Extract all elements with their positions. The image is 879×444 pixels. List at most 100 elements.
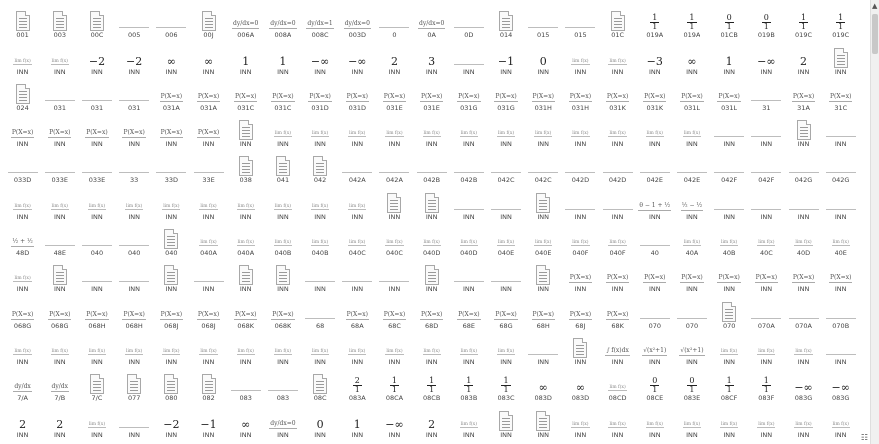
file-item[interactable]: ∞ 083D: [562, 367, 599, 403]
file-item[interactable]: lim f(x) INN: [450, 331, 487, 367]
file-item[interactable]: lim f(x) 040A: [227, 222, 264, 258]
file-item[interactable]: INN: [116, 403, 153, 439]
file-item[interactable]: 042B: [413, 149, 450, 185]
file-item[interactable]: P(X=x) INN: [4, 113, 41, 149]
file-item[interactable]: 077: [116, 367, 153, 403]
file-item[interactable]: P(X=x) 031G: [450, 77, 487, 113]
file-item[interactable]: 040: [116, 222, 153, 258]
file-item[interactable]: INN: [822, 185, 859, 221]
file-item[interactable]: 48E: [41, 222, 78, 258]
file-item[interactable]: INN: [450, 185, 487, 221]
file-item[interactable]: P(X=x) 68A: [339, 294, 376, 330]
file-item[interactable]: P(X=x) 068G: [41, 294, 78, 330]
file-item[interactable]: 042F: [711, 149, 748, 185]
file-item[interactable]: lim f(x) INN: [264, 113, 301, 149]
file-item[interactable]: 00J: [190, 4, 227, 40]
file-item[interactable]: −2 INN: [153, 403, 190, 439]
file-item[interactable]: lim f(x) INN: [748, 331, 785, 367]
file-item[interactable]: 014: [487, 4, 524, 40]
file-item[interactable]: INN: [413, 185, 450, 221]
file-item[interactable]: 005: [116, 4, 153, 40]
file-item[interactable]: P(X=x) 31C: [822, 77, 859, 113]
file-item[interactable]: 042F: [748, 149, 785, 185]
file-item[interactable]: 080: [153, 367, 190, 403]
file-item[interactable]: P(X=x) 068J: [190, 294, 227, 330]
file-item[interactable]: ½ + ½ 48D: [4, 222, 41, 258]
file-item[interactable]: −1 INN: [487, 40, 524, 76]
file-item[interactable]: 2 INN: [41, 403, 78, 439]
file-item[interactable]: INN: [339, 258, 376, 294]
file-item[interactable]: 40: [636, 222, 673, 258]
file-item[interactable]: 0 1 08CE: [636, 367, 673, 403]
file-item[interactable]: INN: [822, 331, 859, 367]
file-item[interactable]: 042A: [376, 149, 413, 185]
file-item[interactable]: 1 INN: [339, 403, 376, 439]
file-item[interactable]: P(X=x) 031K: [636, 77, 673, 113]
file-item[interactable]: 2 INN: [376, 40, 413, 76]
file-item[interactable]: INN: [525, 258, 562, 294]
file-item[interactable]: 042A: [339, 149, 376, 185]
file-item[interactable]: INN: [376, 185, 413, 221]
file-item[interactable]: INN: [711, 185, 748, 221]
file-item[interactable]: 00C: [78, 4, 115, 40]
file-item[interactable]: −∞ INN: [339, 40, 376, 76]
file-item[interactable]: 1 1 083B: [450, 367, 487, 403]
file-item[interactable]: lim f(x) 040C: [339, 222, 376, 258]
file-item[interactable]: 1 1 08CF: [711, 367, 748, 403]
file-item[interactable]: P(X=x) 031C: [264, 77, 301, 113]
file-item[interactable]: 0 1 01CB: [711, 4, 748, 40]
file-item[interactable]: P(X=x) 068K: [227, 294, 264, 330]
file-item[interactable]: lim f(x) 40C: [748, 222, 785, 258]
file-item[interactable]: INN: [748, 113, 785, 149]
file-item[interactable]: lim f(x) 040F: [562, 222, 599, 258]
file-item[interactable]: 1 INN: [264, 40, 301, 76]
file-item[interactable]: 042G: [785, 149, 822, 185]
file-item[interactable]: lim f(x) INN: [116, 185, 153, 221]
file-item[interactable]: dy/dx=1 008C: [302, 4, 339, 40]
file-item[interactable]: lim f(x) INN: [599, 40, 636, 76]
file-item[interactable]: lim f(x) INN: [413, 113, 450, 149]
file-item[interactable]: lim f(x) INN: [78, 185, 115, 221]
file-item[interactable]: 0: [376, 4, 413, 40]
file-item[interactable]: INN: [376, 258, 413, 294]
file-item[interactable]: 042B: [450, 149, 487, 185]
file-item[interactable]: lim f(x) INN: [339, 331, 376, 367]
file-item[interactable]: 1 1 019C: [785, 4, 822, 40]
file-item[interactable]: dy/dx=0 006A: [227, 4, 264, 40]
file-item[interactable]: 042E: [673, 149, 710, 185]
file-item[interactable]: INN: [562, 331, 599, 367]
file-item[interactable]: dy/dx=0 008A: [264, 4, 301, 40]
file-item[interactable]: 042D: [562, 149, 599, 185]
file-item[interactable]: lim f(x) INN: [264, 331, 301, 367]
file-item[interactable]: P(X=x) INN: [636, 258, 673, 294]
file-item[interactable]: P(X=x) 68G: [487, 294, 524, 330]
file-item[interactable]: 0 1 083E: [673, 367, 710, 403]
file-item[interactable]: 070: [673, 294, 710, 330]
file-item[interactable]: ∞ INN: [227, 403, 264, 439]
file-item[interactable]: ½ − ½ INN: [673, 185, 710, 221]
file-item[interactable]: 1 1 083C: [487, 367, 524, 403]
file-item[interactable]: P(X=x) 031A: [190, 77, 227, 113]
file-item[interactable]: 003: [41, 4, 78, 40]
file-item[interactable]: ∞ INN: [673, 40, 710, 76]
file-item[interactable]: INN: [711, 113, 748, 149]
file-item[interactable]: INN: [599, 185, 636, 221]
file-item[interactable]: 040: [78, 222, 115, 258]
file-item[interactable]: lim f(x) INN: [302, 113, 339, 149]
file-item[interactable]: lim f(x) INN: [376, 331, 413, 367]
file-item[interactable]: −∞ INN: [748, 40, 785, 76]
file-item[interactable]: INN: [190, 258, 227, 294]
file-item[interactable]: 006: [153, 4, 190, 40]
file-item[interactable]: P(X=x) INN: [822, 258, 859, 294]
file-item[interactable]: lim f(x) INN: [339, 185, 376, 221]
file-item[interactable]: lim f(x) INN: [41, 185, 78, 221]
file-item[interactable]: lim f(x) INN: [302, 331, 339, 367]
file-item[interactable]: 1 INN: [227, 40, 264, 76]
file-item[interactable]: lim f(x) INN: [599, 113, 636, 149]
file-item[interactable]: 040: [153, 222, 190, 258]
file-item[interactable]: INN: [785, 113, 822, 149]
file-item[interactable]: INN: [413, 258, 450, 294]
file-item[interactable]: INN: [785, 185, 822, 221]
file-item[interactable]: lim f(x) INN: [748, 403, 785, 439]
file-item[interactable]: P(X=x) 031H: [562, 77, 599, 113]
